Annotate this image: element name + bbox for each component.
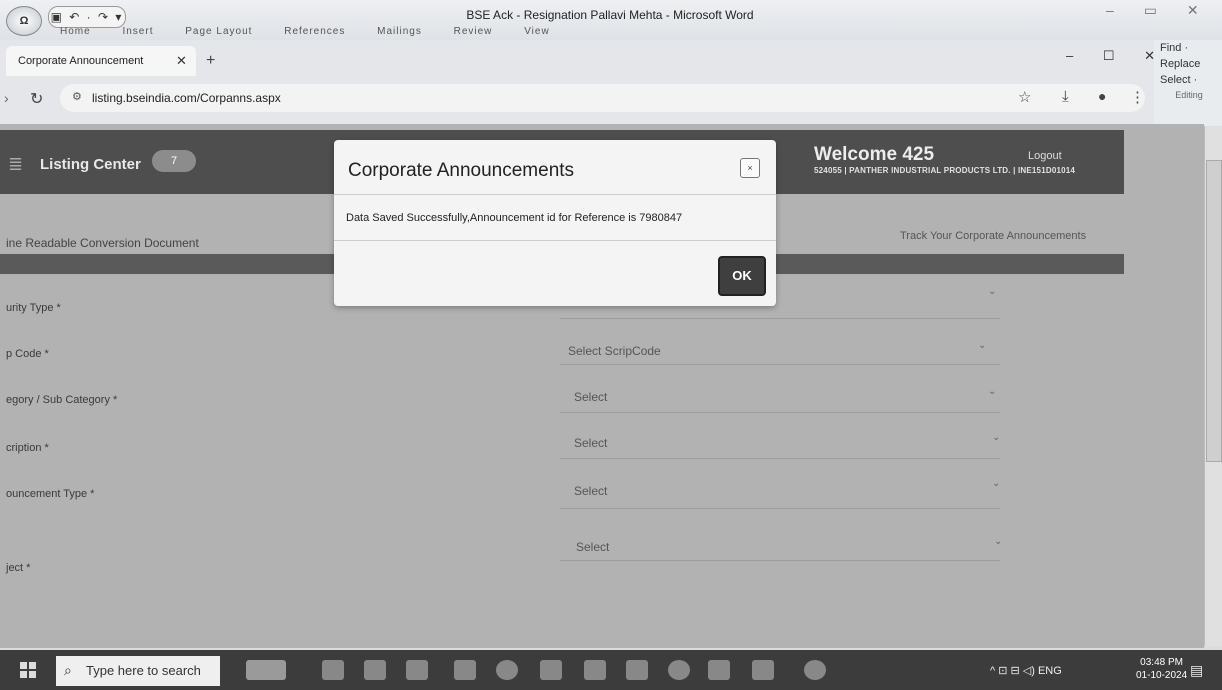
word-minimize-icon[interactable]: – xyxy=(1106,2,1114,18)
browser-maximize-icon[interactable]: ☐ xyxy=(1103,48,1115,63)
announcement-type-label: ouncement Type * xyxy=(6,488,95,500)
category-select[interactable]: Select xyxy=(574,390,607,404)
word-close-icon[interactable]: ✕ xyxy=(1187,2,1199,18)
browser-minimize-icon[interactable]: – xyxy=(1066,48,1073,63)
facebook-icon[interactable] xyxy=(668,660,690,680)
profile-icon[interactable]: ● xyxy=(1098,88,1106,104)
description-label: cription * xyxy=(6,442,49,454)
ribbon-tab-review[interactable]: Review xyxy=(454,26,493,37)
scrip-code-chevron-icon[interactable]: ⌄ xyxy=(978,340,986,351)
word-window-controls: – ▭ ✕ xyxy=(1080,2,1199,19)
scrip-code-select[interactable]: Select ScripCode xyxy=(568,344,661,358)
modal-divider xyxy=(334,240,776,241)
announcement-type-underline xyxy=(560,508,1000,509)
search-icon: ⌕ xyxy=(64,662,72,678)
reload-icon[interactable]: ↻ xyxy=(30,89,43,109)
word-scrollbar-thumb[interactable] xyxy=(1206,160,1222,462)
forward-icon[interactable]: › xyxy=(4,90,9,106)
description-underline xyxy=(560,458,1000,459)
word-doc-icon[interactable] xyxy=(584,660,606,680)
task-view-icon[interactable] xyxy=(322,660,344,680)
announcement-type-chevron-icon[interactable]: ⌄ xyxy=(992,478,1000,489)
category-label: egory / Sub Category * xyxy=(6,394,118,406)
subject-select[interactable]: Select xyxy=(576,540,609,554)
office-button[interactable]: Ω xyxy=(6,6,42,36)
photos-icon[interactable] xyxy=(626,660,648,680)
quick-access-toolbar[interactable]: ▣ ↶ · ↷ ▾ xyxy=(48,6,126,28)
brand-title: Listing Center xyxy=(40,156,141,173)
app-icon[interactable] xyxy=(804,660,826,680)
ribbon-tab-page-layout[interactable]: Page Layout xyxy=(185,26,252,37)
modal-message: Data Saved Successfully,Announcement id … xyxy=(346,212,683,224)
modal-divider xyxy=(334,194,776,195)
office-icon[interactable] xyxy=(752,660,774,680)
taskbar-search-input[interactable]: Type here to search xyxy=(56,656,220,686)
subject-chevron-icon[interactable]: ⌄ xyxy=(994,536,1002,547)
scrip-code-label: p Code * xyxy=(6,348,49,360)
system-tray[interactable]: ^ ⊡ ⊟ ◁) ENG xyxy=(990,664,1062,677)
browser-menu-icon[interactable]: ⋮ xyxy=(1130,88,1145,106)
company-info: 524055 | PANTHER INDUSTRIAL PRODUCTS LTD… xyxy=(814,166,1076,175)
word-editing-panel: Find · Replace Select · Editing xyxy=(1154,40,1222,126)
track-announcements-link[interactable]: Track Your Corporate Announcements xyxy=(900,230,1086,242)
modal-close-button[interactable]: × xyxy=(740,158,760,178)
security-type-label: urity Type * xyxy=(6,302,61,314)
ribbon-tab-home[interactable]: Home xyxy=(60,26,91,37)
tab-close-icon[interactable]: ✕ xyxy=(176,53,187,69)
editing-group-label: Editing xyxy=(1175,90,1203,100)
security-type-select[interactable] xyxy=(560,318,1000,319)
ribbon-tab-references[interactable]: References xyxy=(284,26,345,37)
mail-icon[interactable] xyxy=(454,660,476,680)
file-explorer-icon[interactable] xyxy=(364,660,386,680)
ribbon-tab-mailings[interactable]: Mailings xyxy=(377,26,422,37)
store-icon[interactable] xyxy=(406,660,428,680)
taskbar-app-icon[interactable] xyxy=(246,660,286,680)
download-icon[interactable]: ⤓ xyxy=(1062,88,1069,105)
browser-tab[interactable]: Corporate Announcement xyxy=(6,46,196,76)
chrome-icon[interactable] xyxy=(496,660,518,680)
modal-title: Corporate Announcements xyxy=(348,160,575,181)
ribbon-tab-view[interactable]: View xyxy=(524,26,550,37)
category-underline xyxy=(560,412,1000,413)
replace-button[interactable]: Replace xyxy=(1154,56,1222,72)
subject-label: ject * xyxy=(6,562,31,574)
media-icon[interactable] xyxy=(708,660,730,680)
ribbon-tabs: Home Insert Page Layout References Maili… xyxy=(60,26,578,37)
site-info-icon[interactable]: ⚙ xyxy=(72,90,82,103)
browser-window-controls: – ☐ ✕ xyxy=(1040,48,1155,64)
scrip-code-underline xyxy=(560,364,1000,365)
announcement-type-select[interactable]: Select xyxy=(574,484,607,498)
word-window-title: BSE Ack - Resignation Pallavi Mehta - Mi… xyxy=(466,8,754,22)
menu-icon[interactable]: ≣ xyxy=(8,154,23,175)
windows-start-icon[interactable] xyxy=(20,662,36,678)
ok-button[interactable]: OK xyxy=(718,256,766,296)
word-restore-icon[interactable]: ▭ xyxy=(1144,2,1157,18)
browser-close-icon[interactable]: ✕ xyxy=(1144,48,1155,63)
new-tab-icon[interactable]: + xyxy=(206,52,215,70)
address-bar[interactable]: listing.bseindia.com/Corpanns.aspx xyxy=(60,84,1145,112)
clock-time: 03:48 PM xyxy=(1140,657,1183,668)
category-chevron-icon[interactable]: ⌄ xyxy=(988,386,996,397)
welcome-text: Welcome 425 xyxy=(814,144,935,165)
description-chevron-icon[interactable]: ⌄ xyxy=(992,432,1000,443)
bookmark-star-icon[interactable]: ☆ xyxy=(1018,88,1031,106)
word-app-icon[interactable] xyxy=(540,660,562,680)
clock-date: 01-10-2024 xyxy=(1136,670,1188,681)
ribbon-tab-insert[interactable]: Insert xyxy=(122,26,153,37)
security-type-chevron-icon[interactable]: ⌄ xyxy=(988,286,996,297)
conversion-document-link[interactable]: ine Readable Conversion Document xyxy=(6,236,199,250)
notification-icon[interactable]: ▤ xyxy=(1190,662,1203,679)
taskbar-clock[interactable]: 03:48 PM 01-10-2024 xyxy=(1136,656,1187,682)
description-select[interactable]: Select xyxy=(574,436,607,450)
select-button[interactable]: Select · xyxy=(1154,72,1222,88)
logout-link[interactable]: Logout xyxy=(1028,150,1062,162)
notification-badge[interactable]: 7 xyxy=(152,150,196,172)
find-button[interactable]: Find · xyxy=(1154,40,1222,56)
subject-underline xyxy=(560,560,1000,561)
